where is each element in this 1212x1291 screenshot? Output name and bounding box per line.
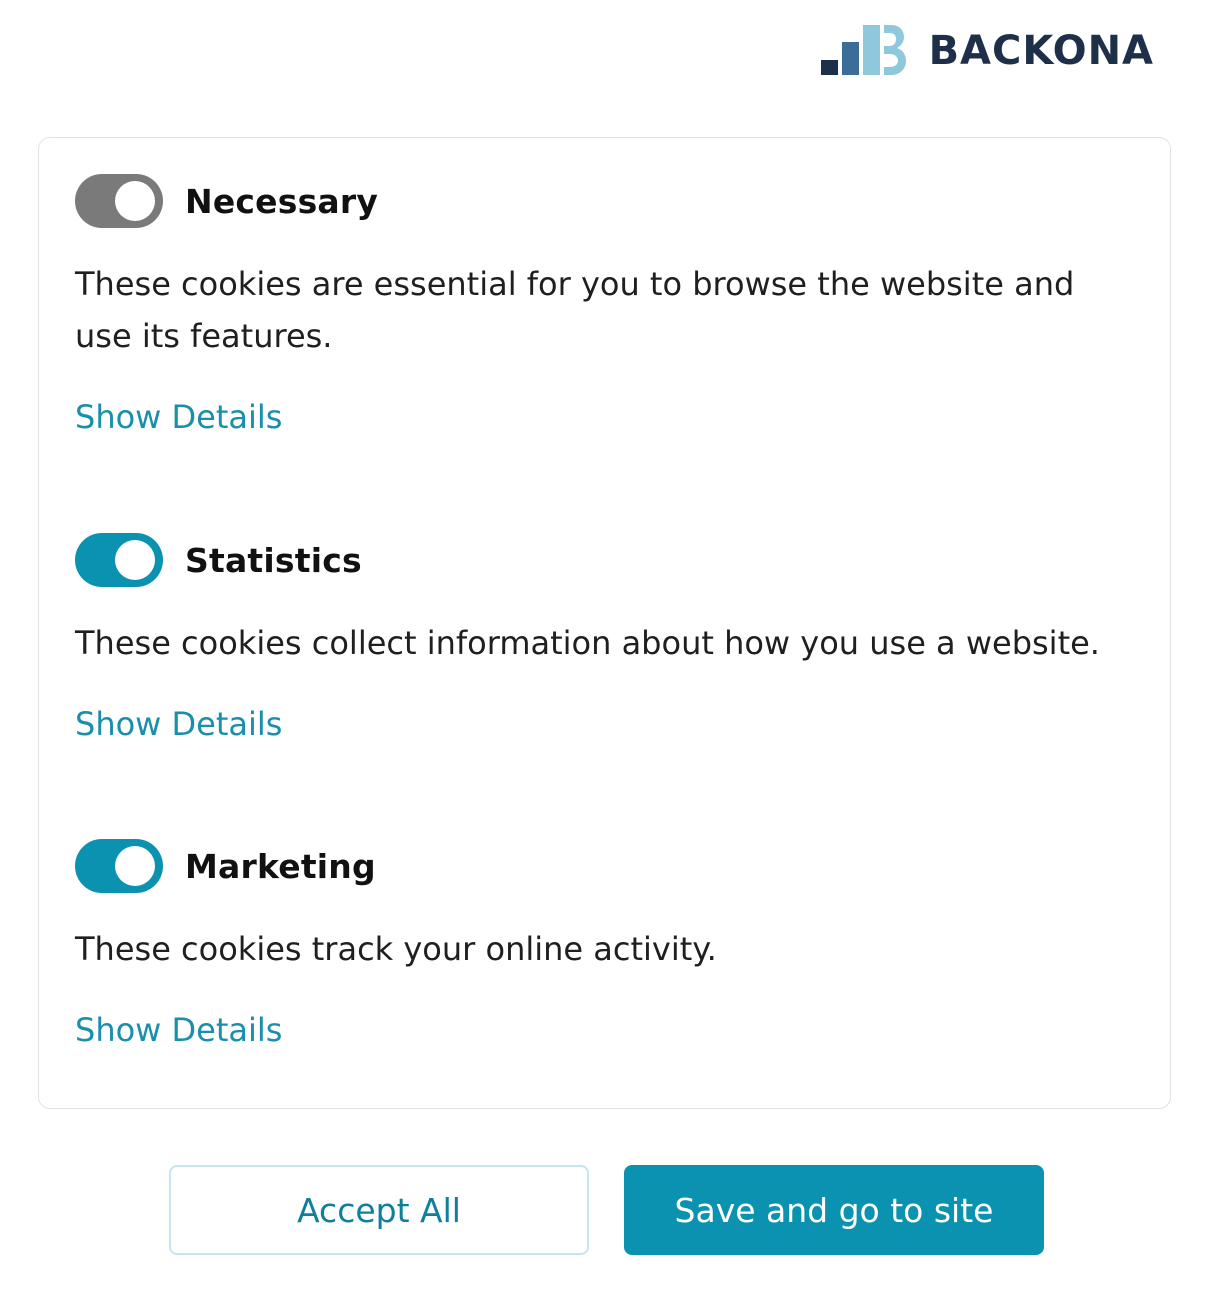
brand-name: BACKONA [928,28,1154,74]
brand-logo: BACKONA [820,24,1154,78]
category-description: These cookies track your online activity… [75,930,717,968]
statistics-toggle[interactable] [75,533,163,587]
header: BACKONA [0,0,1212,110]
category-title: Necessary [185,181,379,221]
toggle-knob [115,540,155,580]
category-statistics: Statistics These cookies collect informa… [75,533,1140,743]
save-and-go-button[interactable]: Save and go to site [624,1165,1044,1255]
category-header: Necessary [75,174,1140,228]
category-header: Statistics [75,533,1140,587]
show-details-link-necessary[interactable]: Show Details [75,398,282,436]
bar-chart-b-icon [820,25,906,75]
category-description: These cookies collect information about … [75,624,1100,662]
accept-all-button[interactable]: Accept All [169,1165,589,1255]
necessary-toggle[interactable] [75,174,163,228]
category-description: These cookies are essential for you to b… [75,265,1075,355]
category-header: Marketing [75,839,1140,893]
show-details-link-marketing[interactable]: Show Details [75,1011,282,1049]
action-buttons: Accept All Save and go to site [169,1165,1044,1255]
marketing-toggle[interactable] [75,839,163,893]
category-marketing: Marketing These cookies track your onlin… [75,839,1140,1049]
category-title: Statistics [185,540,362,580]
toggle-knob [115,846,155,886]
category-necessary: Necessary These cookies are essential fo… [75,174,1140,436]
show-details-link-statistics[interactable]: Show Details [75,705,282,743]
toggle-knob [115,181,155,221]
cookie-preferences-panel: Necessary These cookies are essential fo… [38,137,1171,1109]
category-title: Marketing [185,846,376,886]
